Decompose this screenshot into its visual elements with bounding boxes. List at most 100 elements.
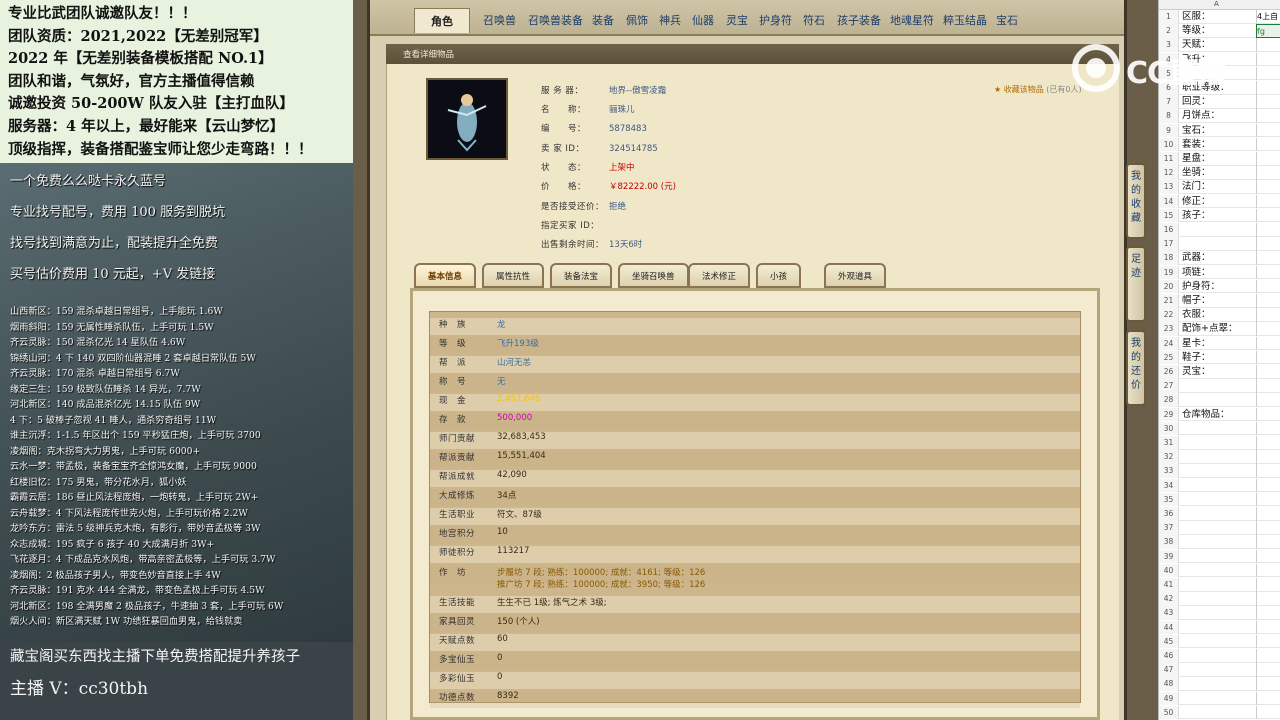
tab-accessory[interactable]: 佩饰 <box>626 12 648 28</box>
sheet-cell[interactable] <box>1256 81 1280 95</box>
sheet-cell[interactable] <box>1256 421 1280 436</box>
tab-pet-equip[interactable]: 召唤兽装备 <box>528 12 583 28</box>
sheet-row[interactable]: 27 <box>1159 379 1280 393</box>
sheet-cell[interactable] <box>1256 166 1280 180</box>
sheet-cell[interactable] <box>1256 208 1280 223</box>
sheet-row[interactable]: 31 <box>1159 436 1280 450</box>
footprint-button[interactable]: 足迹 <box>1126 246 1146 322</box>
tab-child[interactable]: 小孩 <box>756 263 802 288</box>
sheet-row[interactable]: 22 衣服： <box>1159 308 1280 322</box>
tab-role[interactable]: 角色 <box>414 8 470 33</box>
sheet-row[interactable]: 2 等级： fg <box>1159 24 1280 38</box>
sheet-row[interactable]: 13 法门： <box>1159 180 1280 194</box>
sheet-row[interactable]: 9 宝石： <box>1159 123 1280 138</box>
sheet-row[interactable]: 47 <box>1159 663 1280 677</box>
tab-artifact[interactable]: 仙器 <box>692 12 714 28</box>
sheet-cell[interactable] <box>1256 308 1280 322</box>
tab-gem[interactable]: 宝石 <box>996 12 1018 28</box>
sheet-row[interactable]: 49 <box>1159 691 1280 706</box>
tab-attr-resist[interactable]: 属性抗性 <box>482 263 545 288</box>
sheet-row[interactable]: 36 <box>1159 507 1280 521</box>
tab-equip[interactable]: 装备 <box>592 12 614 28</box>
sheet-row[interactable]: 28 <box>1159 393 1280 407</box>
my-bargain-button[interactable]: 我的还价 <box>1126 330 1146 406</box>
sheet-cell[interactable] <box>1256 649 1280 663</box>
sheet-cell[interactable] <box>1256 691 1280 706</box>
tab-spell-mod[interactable]: 法术修正 <box>688 263 751 288</box>
favorite-label[interactable]: 收藏该物品 <box>1004 85 1044 94</box>
sheet-row[interactable]: 25 鞋子： <box>1159 350 1280 365</box>
sheet-cell[interactable] <box>1256 634 1280 649</box>
sheet-cell[interactable] <box>1256 606 1280 620</box>
sheet-cell[interactable] <box>1256 194 1280 209</box>
sheet-cell[interactable] <box>1256 464 1280 478</box>
sheet-cell[interactable] <box>1256 123 1280 138</box>
sheet-row[interactable]: 7 回灵： <box>1159 95 1280 109</box>
sheet-row[interactable]: 18 武器： <box>1159 251 1280 265</box>
sheet-row[interactable]: 24 星卡： <box>1159 336 1280 351</box>
sheet-row[interactable]: 29 仓库物品： <box>1159 407 1280 422</box>
sheet-cell[interactable] <box>1256 294 1280 308</box>
sheet-cell[interactable] <box>1256 265 1280 280</box>
sheet-cell[interactable] <box>1256 95 1280 109</box>
sheet-row[interactable]: 46 <box>1159 649 1280 663</box>
sheet-cell[interactable] <box>1256 407 1280 422</box>
sheet-cell[interactable] <box>1256 365 1280 379</box>
sheet-cell[interactable] <box>1256 66 1280 81</box>
sheet-row[interactable]: 30 <box>1159 421 1280 436</box>
sheet-row[interactable]: 45 <box>1159 634 1280 649</box>
tab-basic-info[interactable]: 基本信息 <box>414 263 477 288</box>
tab-equip-treasure[interactable]: 装备法宝 <box>550 263 613 288</box>
sheet-cell[interactable] <box>1256 237 1280 251</box>
sheet-row[interactable]: 48 <box>1159 677 1280 691</box>
sheet-row[interactable]: 41 <box>1159 578 1280 592</box>
sheet-row[interactable]: 37 <box>1159 521 1280 535</box>
tab-amulet[interactable]: 护身符 <box>759 12 792 28</box>
sheet-cell[interactable] <box>1256 521 1280 535</box>
tab-pet[interactable]: 召唤兽 <box>483 12 516 28</box>
sheet-row[interactable]: 39 <box>1159 549 1280 564</box>
sheet-row[interactable]: 38 <box>1159 535 1280 549</box>
sheet-cell[interactable] <box>1256 478 1280 493</box>
sheet-cell[interactable] <box>1256 322 1280 336</box>
sheet-cell[interactable] <box>1256 279 1280 294</box>
sheet-cell[interactable] <box>1256 38 1280 52</box>
sheet-row[interactable]: 32 <box>1159 450 1280 464</box>
sheet-row[interactable]: 20 护身符： <box>1159 279 1280 294</box>
sheet-row[interactable]: 21 帽子： <box>1159 294 1280 308</box>
sheet-row[interactable]: 11 星盘： <box>1159 152 1280 166</box>
sheet-row[interactable]: 1 区服： 4上自 <box>1159 10 1280 24</box>
sheet-cell[interactable] <box>1256 677 1280 691</box>
sheet-cell[interactable] <box>1256 578 1280 592</box>
sheet-cell[interactable] <box>1256 137 1280 152</box>
sheet-cell[interactable] <box>1256 251 1280 265</box>
sheet-cell[interactable] <box>1256 663 1280 677</box>
sheet-row[interactable]: 8 月饼点： <box>1159 109 1280 123</box>
sheet-cell[interactable] <box>1256 592 1280 606</box>
sheet-row[interactable]: 44 <box>1159 620 1280 635</box>
favorite-link[interactable]: ★ 收藏该物品 (已有0人) <box>994 84 1082 95</box>
sheet-row[interactable]: 14 修正： <box>1159 194 1280 209</box>
sheet-cell[interactable] <box>1256 223 1280 237</box>
sheet-cell[interactable] <box>1256 563 1280 578</box>
sheet-cell[interactable] <box>1256 549 1280 564</box>
sheet-cell[interactable] <box>1256 507 1280 521</box>
sheet-cell[interactable] <box>1256 620 1280 635</box>
sheet-row[interactable]: 42 <box>1159 592 1280 606</box>
sheet-row[interactable]: 12 坐骑： <box>1159 166 1280 180</box>
sheet-row[interactable]: 19 项链： <box>1159 265 1280 280</box>
sheet-cell[interactable]: 4上自 <box>1256 10 1280 24</box>
sheet-cell[interactable] <box>1256 180 1280 194</box>
tab-rune[interactable]: 符石 <box>803 12 825 28</box>
sheet-row[interactable]: 17 <box>1159 237 1280 251</box>
sheet-row[interactable]: 35 <box>1159 492 1280 507</box>
tab-appearance[interactable]: 外观道具 <box>824 263 887 288</box>
sheet-cell[interactable] <box>1256 379 1280 393</box>
sheet-cell[interactable]: fg <box>1256 24 1280 38</box>
sheet-cell[interactable] <box>1256 450 1280 464</box>
tab-child-equip[interactable]: 孩子装备 <box>837 12 881 28</box>
tab-soul-star[interactable]: 地魂星符 <box>890 12 934 28</box>
sheet-row[interactable]: 26 灵宝： <box>1159 365 1280 379</box>
tab-jade-crystal[interactable]: 粹玉结晶 <box>943 12 987 28</box>
sheet-cell[interactable] <box>1256 705 1280 720</box>
